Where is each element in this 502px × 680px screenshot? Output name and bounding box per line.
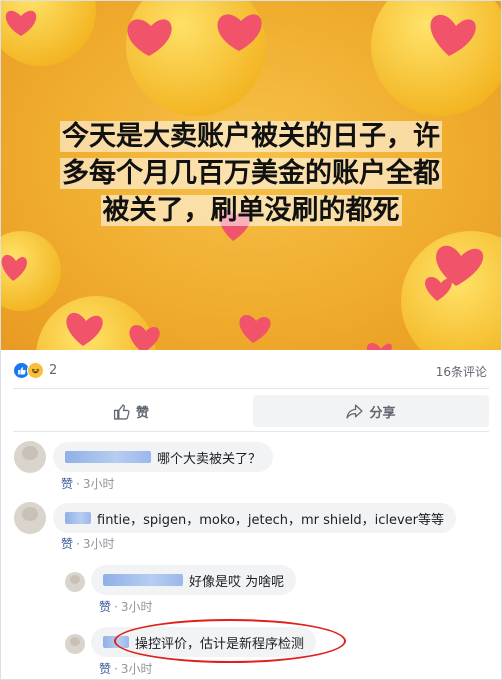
like-button[interactable]: 赞 [13,395,249,427]
reaction-count[interactable]: 2 [49,363,57,378]
avatar[interactable] [65,634,85,654]
replier-name-redacted[interactable] [103,574,183,586]
comment-time[interactable]: 3小时 [83,537,115,551]
meta-separator: · [114,600,118,614]
image-caption: 今天是大卖账户被关的日子，许 多每个月几百万美金的账户全都 被关了，刷单没刷的都… [31,118,471,229]
reply-bubble: 好像是哎 为啥呢 [91,565,297,595]
reply-like-link[interactable]: 赞 [99,600,111,614]
like-button-label: 赞 [135,405,149,421]
caption-line: 多每个月几百万美金的账户全都 [60,158,442,189]
comment-like-link[interactable]: 赞 [61,477,73,491]
meta-separator: · [76,537,80,551]
share-button-label: 分享 [369,405,396,421]
divider [13,388,489,389]
caption-line: 今天是大卖账户被关的日子，许 [60,121,442,152]
caption-line: 被关了，刷单没刷的都死 [100,195,402,226]
comment-count-link[interactable]: 16条评论 [436,363,487,380]
thumbs-up-icon [113,403,130,420]
commenter-name-redacted[interactable] [65,451,151,463]
reactions-bar: 2 16条评论 [1,354,501,386]
comment-like-link[interactable]: 赞 [61,537,73,551]
commenter-name-redacted[interactable] [65,512,91,524]
meta-separator: · [76,477,80,491]
post-actions: 赞 分享 [1,393,501,429]
reply-time[interactable]: 3小时 [121,662,153,676]
comment-time[interactable]: 3小时 [83,477,115,491]
comment-bubble: 哪个大卖被关了？ [53,442,274,472]
avatar[interactable] [14,502,46,534]
share-arrow-icon [346,403,364,419]
comment-meta: 赞 · 3小时 [61,535,114,552]
avatar[interactable] [14,441,46,473]
comment-text: 哪个大卖被关了？ [157,451,262,467]
red-highlight-circle [114,619,346,663]
post-image[interactable]: 今天是大卖账户被关的日子，许 多每个月几百万美金的账户全都 被关了，刷单没刷的都… [1,1,501,350]
comment-bubble: fintie，spigen，moko，jetech，mr shield，icle… [53,503,457,533]
avatar[interactable] [65,572,85,592]
comment-text: fintie，spigen，moko，jetech，mr shield，icle… [97,512,445,528]
reply-text: 好像是哎 为啥呢 [189,574,285,590]
haha-icon [27,362,44,379]
comment-meta: 赞 · 3小时 [61,475,114,492]
reply-like-link[interactable]: 赞 [99,662,111,676]
share-button[interactable]: 分享 [253,395,489,427]
facebook-post: 今天是大卖账户被关的日子，许 多每个月几百万美金的账户全都 被关了，刷单没刷的都… [0,0,502,680]
divider [13,431,489,432]
meta-separator: · [114,662,118,676]
reaction-icons[interactable] [13,362,44,379]
reply-meta: 赞 · 3小时 [99,598,152,615]
reply-meta: 赞 · 3小时 [99,660,152,677]
reply-time[interactable]: 3小时 [121,600,153,614]
